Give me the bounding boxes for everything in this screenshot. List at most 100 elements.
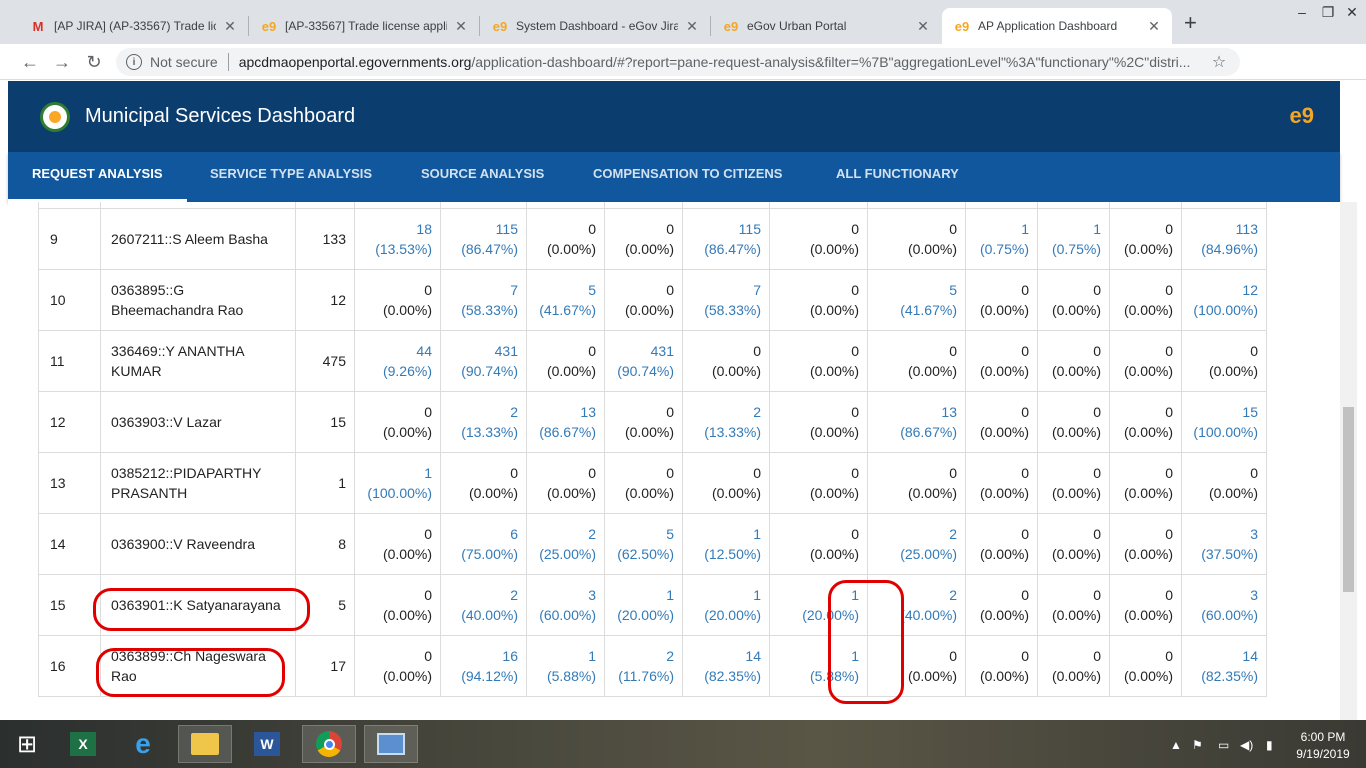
count-cell[interactable]: 7 (58.33%) xyxy=(440,269,527,331)
count-value[interactable]: 13 xyxy=(868,402,957,422)
count-cell[interactable]: 7 (58.33%) xyxy=(682,269,770,331)
count-cell[interactable]: 2 (40.00%) xyxy=(867,574,966,636)
count-percent[interactable]: (86.47%) xyxy=(683,239,761,259)
count-cell[interactable]: 14 (82.35%) xyxy=(682,635,770,697)
count-value[interactable]: 1 xyxy=(770,646,859,666)
count-value[interactable]: 13 xyxy=(527,402,596,422)
count-value[interactable]: 113 xyxy=(1182,219,1258,239)
count-cell[interactable]: 1 (100.00%) xyxy=(354,452,441,514)
back-arrow-icon[interactable]: ← xyxy=(18,50,42,74)
count-percent[interactable]: (20.00%) xyxy=(683,605,761,625)
count-cell[interactable]: 3 (37.50%) xyxy=(1181,513,1267,575)
show-hidden-icons[interactable]: ▲ xyxy=(1170,738,1182,752)
count-percent[interactable]: (60.00%) xyxy=(527,605,596,625)
window-close-button[interactable]: ✕ xyxy=(1338,2,1366,22)
count-cell[interactable]: 431 (90.74%) xyxy=(440,330,527,392)
count-value[interactable]: 5 xyxy=(868,280,957,300)
count-cell[interactable]: 15 (100.00%) xyxy=(1181,391,1267,453)
count-percent[interactable]: (40.00%) xyxy=(868,605,957,625)
count-cell[interactable]: 113 (84.96%) xyxy=(1181,208,1267,270)
count-percent[interactable]: (41.67%) xyxy=(868,300,957,320)
count-value[interactable]: 2 xyxy=(868,585,957,605)
count-cell[interactable]: 13 (86.67%) xyxy=(526,391,605,453)
count-percent[interactable]: (94.12%) xyxy=(441,666,518,686)
count-percent[interactable]: (40.00%) xyxy=(441,605,518,625)
close-icon[interactable]: ✕ xyxy=(1146,18,1162,35)
browser-tab-4[interactable]: e9 eGov Urban Portal ✕ xyxy=(711,8,941,44)
browser-tab-3[interactable]: e9 System Dashboard - eGov Jira ✕ xyxy=(480,8,710,44)
count-percent[interactable]: (12.50%) xyxy=(683,544,761,564)
vertical-scrollbar[interactable] xyxy=(1340,202,1357,720)
total-count-link[interactable]: 17 xyxy=(295,635,355,697)
count-percent[interactable]: (58.33%) xyxy=(441,300,518,320)
count-cell[interactable]: 2 (13.33%) xyxy=(682,391,770,453)
count-value[interactable]: 115 xyxy=(441,219,518,239)
count-value[interactable]: 16 xyxy=(441,646,518,666)
count-cell[interactable]: 5 (62.50%) xyxy=(604,513,683,575)
count-value[interactable]: 1 xyxy=(683,524,761,544)
count-cell[interactable]: 1 (20.00%) xyxy=(769,574,868,636)
count-cell[interactable]: 3 (60.00%) xyxy=(526,574,605,636)
action-center-flag-icon[interactable]: ⚑ xyxy=(1192,738,1203,752)
count-percent[interactable]: (25.00%) xyxy=(527,544,596,564)
tab-request-analysis[interactable]: REQUEST ANALYSIS xyxy=(8,152,187,202)
count-cell[interactable]: 115 (86.47%) xyxy=(440,208,527,270)
url-text[interactable]: apcdmaopenportal.egovernments.org/applic… xyxy=(239,54,1208,70)
count-cell[interactable]: 2 (13.33%) xyxy=(440,391,527,453)
count-value[interactable]: 1 xyxy=(683,585,761,605)
total-count-link[interactable]: 12 xyxy=(295,269,355,331)
count-cell[interactable]: 1 (5.88%) xyxy=(526,635,605,697)
count-cell[interactable]: 1 (20.00%) xyxy=(604,574,683,636)
count-value[interactable]: 3 xyxy=(527,585,596,605)
count-value[interactable]: 2 xyxy=(441,402,518,422)
remote-desktop-taskbar-button[interactable] xyxy=(364,725,418,763)
reload-icon[interactable]: ↻ xyxy=(82,50,106,74)
count-cell[interactable]: 1 (5.88%) xyxy=(769,635,868,697)
count-cell[interactable]: 12 (100.00%) xyxy=(1181,269,1267,331)
count-cell[interactable]: 5 (41.67%) xyxy=(867,269,966,331)
count-value[interactable]: 5 xyxy=(605,524,674,544)
tab-compensation-to-citizens[interactable]: COMPENSATION TO CITIZENS xyxy=(593,152,782,202)
count-value[interactable]: 5 xyxy=(527,280,596,300)
count-percent[interactable]: (62.50%) xyxy=(605,544,674,564)
count-cell[interactable]: 18 (13.53%) xyxy=(354,208,441,270)
browser-tab-1[interactable]: M [AP JIRA] (AP-33567) Trade licen ✕ xyxy=(18,8,248,44)
word-taskbar-button[interactable]: W xyxy=(240,725,294,763)
volume-icon[interactable]: ◀) xyxy=(1240,738,1253,752)
ie-taskbar-button[interactable]: e xyxy=(116,725,170,763)
excel-taskbar-button[interactable]: X xyxy=(56,725,110,763)
count-cell[interactable]: 3 (60.00%) xyxy=(1181,574,1267,636)
count-percent[interactable]: (0.75%) xyxy=(966,239,1029,259)
count-percent[interactable]: (82.35%) xyxy=(1182,666,1258,686)
count-percent[interactable]: (9.26%) xyxy=(355,361,432,381)
info-icon[interactable]: i xyxy=(126,54,142,70)
count-value[interactable]: 2 xyxy=(683,402,761,422)
count-value[interactable]: 14 xyxy=(683,646,761,666)
count-percent[interactable]: (20.00%) xyxy=(770,605,859,625)
count-cell[interactable]: 2 (40.00%) xyxy=(440,574,527,636)
count-cell[interactable]: 431 (90.74%) xyxy=(604,330,683,392)
count-percent[interactable]: (37.50%) xyxy=(1182,544,1258,564)
count-value[interactable]: 1 xyxy=(770,585,859,605)
chrome-taskbar-button[interactable] xyxy=(302,725,356,763)
count-percent[interactable]: (58.33%) xyxy=(683,300,761,320)
minimize-button[interactable]: – xyxy=(1288,2,1316,22)
count-percent[interactable]: (90.74%) xyxy=(605,361,674,381)
total-count-link[interactable]: 1 xyxy=(295,452,355,514)
count-value[interactable]: 12 xyxy=(1182,280,1258,300)
count-value[interactable]: 6 xyxy=(441,524,518,544)
count-percent[interactable]: (20.00%) xyxy=(605,605,674,625)
count-cell[interactable]: 44 (9.26%) xyxy=(354,330,441,392)
total-count-link[interactable]: 5 xyxy=(295,574,355,636)
close-icon[interactable]: ✕ xyxy=(222,18,238,35)
count-value[interactable]: 115 xyxy=(683,219,761,239)
count-value[interactable]: 2 xyxy=(441,585,518,605)
count-cell[interactable]: 14 (82.35%) xyxy=(1181,635,1267,697)
address-bar[interactable]: i Not secure apcdmaopenportal.egovernmen… xyxy=(116,48,1240,76)
count-cell[interactable]: 115 (86.47%) xyxy=(682,208,770,270)
total-count-link[interactable]: 15 xyxy=(295,391,355,453)
forward-arrow-icon[interactable]: → xyxy=(50,50,74,74)
count-percent[interactable]: (13.33%) xyxy=(441,422,518,442)
count-percent[interactable]: (86.47%) xyxy=(441,239,518,259)
count-value[interactable]: 1 xyxy=(605,585,674,605)
